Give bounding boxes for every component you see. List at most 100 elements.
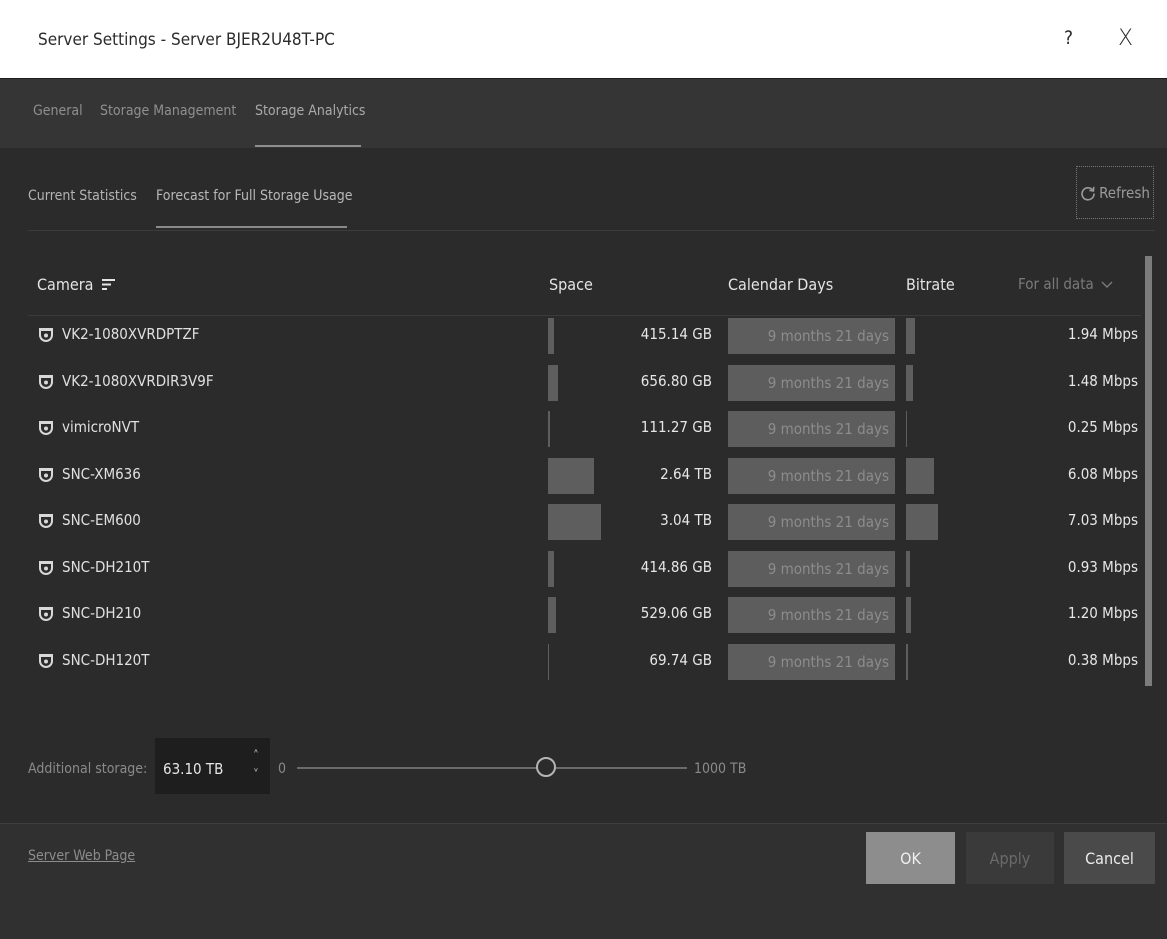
bitrate-value: 1.94 Mbps — [1067, 325, 1138, 343]
bitrate-value: 1.20 Mbps — [1067, 604, 1138, 622]
space-value: 414.86 GB — [640, 557, 712, 576]
bitrate-bar — [906, 504, 938, 540]
window-title: Server Settings - Server BJER2U48T-PC — [38, 30, 335, 50]
space-value: 111.27 GB — [640, 418, 712, 436]
camera-name: SNC-DH120T — [62, 650, 150, 669]
tab-storage-management[interactable]: Storage Management — [100, 103, 236, 119]
server-web-page-link[interactable]: Server Web Page — [28, 848, 135, 864]
storage-slider-track[interactable] — [297, 767, 687, 769]
title-bar: Server Settings - Server BJER2U48T-PC ? … — [0, 0, 1167, 79]
active-tab-indicator — [255, 145, 361, 147]
calendar-days-cell: 9 months 21 days — [728, 597, 895, 633]
decrement-icon[interactable]: ˅ — [253, 769, 259, 782]
space-value: 69.74 GB — [649, 650, 712, 669]
bitrate-value: 1.48 Mbps — [1067, 371, 1138, 390]
camera-icon — [39, 374, 53, 389]
table-row[interactable]: SNC-DH120T 69.74 GB 9 months 21 days 0.38 M… — [28, 641, 1141, 680]
space-value: 529.06 GB — [640, 604, 712, 622]
camera-icon — [39, 467, 53, 482]
bitrate-value: 7.03 Mbps — [1067, 511, 1138, 529]
camera-icon — [39, 560, 53, 575]
camera-name: SNC-XM636 — [62, 464, 141, 483]
column-header-space[interactable]: Space — [549, 275, 593, 294]
subtab-forecast[interactable]: Forecast for Full Storage Usage — [156, 188, 353, 204]
table-row[interactable]: SNC-DH210 529.06 GB 9 months 21 days 1.20 M… — [28, 594, 1141, 633]
increment-icon[interactable]: ˄ — [253, 750, 259, 763]
space-usage-bar — [548, 643, 549, 680]
additional-storage-value: 63.10 TB — [163, 760, 224, 778]
help-button[interactable]: ? — [1064, 27, 1073, 49]
additional-storage-label: Additional storage: — [28, 761, 148, 777]
active-subtab-indicator — [156, 226, 347, 228]
table-row[interactable]: SNC-DH210T 414.86 GB 9 months 21 days 0.93 … — [28, 548, 1141, 587]
calendar-days-cell: 9 months 21 days — [728, 504, 895, 540]
space-usage-bar — [548, 597, 556, 633]
close-button[interactable]: X — [1118, 26, 1133, 51]
main-tab-bar: General Storage Management Storage Analy… — [0, 79, 1167, 149]
space-usage-bar — [548, 364, 558, 401]
bitrate-bar — [906, 550, 910, 587]
camera-name: SNC-EM600 — [62, 511, 141, 529]
data-range-label: For all data — [1018, 275, 1094, 293]
refresh-label: Refresh — [1099, 183, 1150, 202]
camera-name: vimicroNVT — [62, 418, 140, 436]
table-row[interactable]: SNC-XM636 2.64 TB 9 months 21 days 6.08 Mbp… — [28, 455, 1141, 494]
space-value: 415.14 GB — [640, 325, 712, 343]
table-row[interactable]: VK2-1080XVRDPTZF 415.14 GB 9 months 21 day… — [28, 315, 1141, 354]
bitrate-value: 0.38 Mbps — [1067, 650, 1138, 669]
data-range-dropdown[interactable]: For all data — [1018, 275, 1113, 293]
space-usage-bar — [548, 411, 550, 447]
storage-slider-handle[interactable] — [536, 757, 556, 777]
bitrate-value: 6.08 Mbps — [1067, 464, 1138, 483]
cancel-button[interactable]: Cancel — [1064, 832, 1155, 884]
space-usage-bar — [548, 457, 594, 494]
ok-button[interactable]: OK — [866, 832, 955, 884]
calendar-days-cell: 9 months 21 days — [728, 364, 895, 401]
bitrate-bar — [906, 364, 913, 401]
bitrate-value: 0.25 Mbps — [1067, 418, 1138, 436]
column-header-camera[interactable]: Camera — [37, 275, 116, 294]
calendar-days-cell: 9 months 21 days — [728, 318, 895, 354]
calendar-days-cell: 9 months 21 days — [728, 643, 895, 680]
tab-storage-analytics[interactable]: Storage Analytics — [255, 103, 365, 119]
calendar-days-cell: 9 months 21 days — [728, 457, 895, 494]
subtab-divider — [28, 230, 1155, 231]
refresh-button[interactable]: Refresh — [1076, 166, 1154, 219]
camera-icon — [39, 607, 53, 621]
table-row[interactable]: vimicroNVT 111.27 GB 9 months 21 days 0.25 … — [28, 408, 1141, 447]
tab-general[interactable]: General — [33, 103, 83, 119]
bitrate-bar — [906, 318, 915, 354]
calendar-days-cell: 9 months 21 days — [728, 550, 895, 587]
calendar-days-cell: 9 months 21 days — [728, 411, 895, 447]
scrollbar-thumb[interactable] — [1145, 256, 1152, 686]
space-usage-bar — [548, 550, 554, 587]
bitrate-bar — [906, 643, 908, 680]
space-value: 2.64 TB — [660, 464, 712, 483]
camera-name: VK2-1080XVRDPTZF — [62, 325, 200, 343]
camera-icon — [39, 421, 53, 435]
camera-icon — [39, 328, 53, 342]
bitrate-bar — [906, 457, 934, 494]
subtab-current-statistics[interactable]: Current Statistics — [28, 188, 137, 204]
camera-header-label: Camera — [37, 275, 94, 294]
table-scrollbar[interactable] — [1145, 256, 1152, 686]
apply-button[interactable]: Apply — [966, 832, 1054, 884]
additional-storage-input[interactable]: 63.10 TB ˄ ˅ — [155, 738, 270, 794]
camera-name: SNC-DH210 — [62, 604, 142, 622]
camera-name: VK2-1080XVRDIR3V9F — [62, 371, 214, 390]
column-header-bitrate[interactable]: Bitrate — [906, 275, 955, 294]
slider-max-label: 1000 TB — [694, 761, 747, 777]
camera-icon — [39, 514, 53, 528]
sort-icon[interactable] — [102, 278, 116, 291]
column-header-calendar-days[interactable]: Calendar Days — [728, 275, 833, 294]
table-row[interactable]: VK2-1080XVRDIR3V9F 656.80 GB 9 months 21 d… — [28, 362, 1141, 401]
bitrate-value: 0.93 Mbps — [1067, 557, 1138, 576]
bitrate-bar — [906, 597, 911, 633]
space-usage-bar — [548, 318, 554, 354]
bitrate-bar — [906, 411, 907, 447]
table-row[interactable]: SNC-EM600 3.04 TB 9 months 21 days 7.03 Mbp… — [28, 501, 1141, 540]
camera-icon — [39, 653, 53, 668]
refresh-icon — [1081, 186, 1095, 201]
space-value: 3.04 TB — [660, 511, 712, 529]
space-usage-bar — [548, 504, 601, 540]
